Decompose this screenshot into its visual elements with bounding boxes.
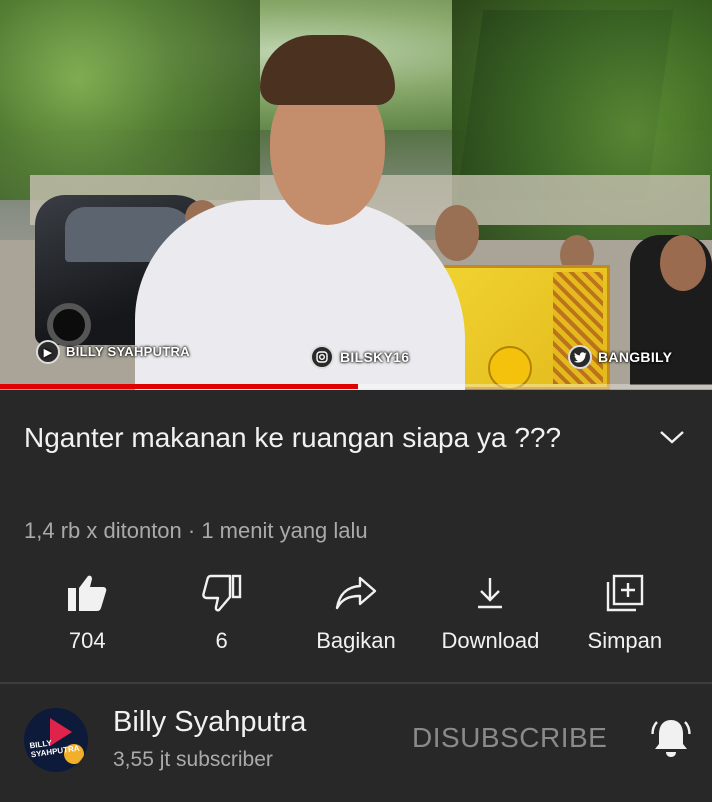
video-progress-bar[interactable]	[0, 384, 712, 389]
action-bar: 704 6 Bagikan Download Simpan	[20, 568, 692, 668]
like-button[interactable]: 704	[20, 568, 154, 668]
save-button[interactable]: Simpan	[558, 568, 692, 668]
watermark-twitter-handle: BANGBILY	[598, 349, 673, 365]
channel-row: BILLY SYAHPUTRA Billy Syahputra 3,55 jt s…	[0, 684, 712, 802]
channel-avatar[interactable]: BILLY SYAHPUTRA	[24, 708, 88, 772]
notification-bell-button[interactable]	[648, 714, 694, 760]
thumb-down-outline-icon	[201, 574, 241, 612]
watermark-channel-name: BILLY SYAHPUTRA	[66, 344, 190, 359]
video-meta: 1,4 rb x ditonton · 1 menit yang lalu	[24, 518, 368, 543]
save-label: Simpan	[587, 628, 663, 653]
share-arrow-icon	[335, 576, 377, 610]
video-player[interactable]: ▶ BILLY SYAHPUTRA BILSKY16 BANGBILY	[0, 0, 712, 390]
video-scene-main-person	[135, 35, 465, 390]
watermark-channel: ▶ BILLY SYAHPUTRA	[36, 340, 190, 364]
channel-name[interactable]: Billy Syahputra	[113, 706, 306, 739]
like-count: 704	[68, 628, 106, 653]
play-icon: ▶	[36, 340, 60, 364]
thumb-up-filled-icon	[68, 575, 107, 611]
chevron-down-icon	[660, 431, 684, 444]
expand-description-button[interactable]	[652, 422, 692, 452]
share-button[interactable]: Bagikan	[289, 568, 423, 668]
channel-subscriber-count: 3,55 jt subscriber	[113, 748, 273, 771]
dislike-count: 6	[215, 628, 228, 653]
download-label: Download	[441, 628, 540, 653]
instagram-icon	[310, 345, 334, 369]
video-progress-fill	[0, 384, 359, 389]
download-button[interactable]: Download	[423, 568, 557, 668]
download-icon	[478, 578, 503, 609]
watermark-instagram-handle: BILSKY16	[340, 349, 410, 365]
video-title[interactable]: Nganter makanan ke ruangan siapa ya ???	[24, 418, 584, 458]
share-label: Bagikan	[316, 628, 396, 653]
watermark-instagram: BILSKY16	[310, 345, 409, 369]
unsubscribe-button[interactable]: DISUBSCRIBE	[412, 722, 607, 754]
watermark-twitter: BANGBILY	[568, 345, 672, 369]
dislike-button[interactable]: 6	[154, 568, 288, 668]
add-to-playlist-icon	[606, 574, 644, 612]
twitter-icon	[568, 345, 592, 369]
bell-icon	[651, 720, 691, 757]
